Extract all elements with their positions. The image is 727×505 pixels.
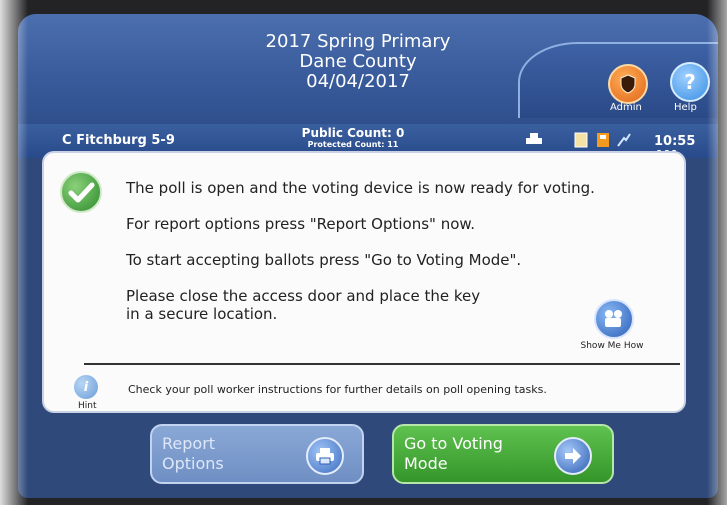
report-options-label: Report Options (162, 434, 224, 474)
checkmark-icon (60, 171, 102, 213)
show-me-how-label: Show Me How (580, 341, 644, 351)
document-status-icon (574, 132, 588, 148)
memory-card-status-icon (597, 133, 609, 147)
report-options-message: For report options press "Report Options… (126, 215, 476, 233)
info-icon[interactable]: i (74, 375, 98, 399)
printer-icon (306, 437, 344, 475)
election-title: 2017 Spring Primary Dane County 04/04/20… (218, 32, 498, 92)
access-door-message: Please close the access door and place t… (126, 287, 480, 323)
poll-open-message: The poll is open and the voting device i… (126, 179, 595, 197)
voting-mode-message: To start accepting ballots press "Go to … (126, 251, 522, 269)
printer-status-icon (526, 133, 542, 144)
protected-count: Protected Count: 11 (307, 140, 399, 149)
shield-icon (620, 74, 636, 94)
help-label: Help (674, 102, 697, 113)
admin-button[interactable] (608, 64, 648, 104)
county-name: Dane County (299, 51, 417, 72)
header: 2017 Spring Primary Dane County 04/04/20… (18, 14, 718, 124)
precinct-name: C Fitchburg 5-9 (62, 133, 175, 148)
voting-mode-label: Go to Voting Mode (404, 434, 503, 474)
voting-mode-label-line1: Go to Voting (404, 434, 503, 453)
report-options-label-line1: Report (162, 434, 216, 453)
go-to-voting-mode-button[interactable]: Go to Voting Mode (392, 424, 614, 484)
divider (84, 363, 680, 365)
election-date: 04/04/2017 (306, 71, 410, 92)
message-panel: The poll is open and the voting device i… (44, 153, 684, 411)
report-options-label-line2: Options (162, 454, 224, 473)
access-door-message-line2: in a secure location. (126, 305, 278, 323)
power-status-icon (617, 133, 631, 147)
admin-label: Admin (610, 102, 642, 113)
ballot-counts: Public Count: 0 Protected Count: 11 (278, 126, 428, 149)
show-me-how-button[interactable]: Show Me How (572, 299, 652, 359)
header-action-area: Admin ? Help (518, 42, 718, 118)
hint-label: Hint (78, 401, 97, 411)
hint-text: Check your poll worker instructions for … (128, 383, 547, 396)
election-name: 2017 Spring Primary (265, 31, 451, 52)
report-options-button[interactable]: Report Options (150, 424, 364, 484)
video-camera-icon (594, 299, 634, 339)
access-door-message-line1: Please close the access door and place t… (126, 287, 481, 305)
question-icon: ? (684, 70, 696, 94)
help-button[interactable]: ? (670, 62, 710, 102)
voting-mode-label-line2: Mode (404, 454, 448, 473)
public-count: Public Count: 0 (301, 126, 405, 140)
arrow-right-icon (554, 437, 592, 475)
